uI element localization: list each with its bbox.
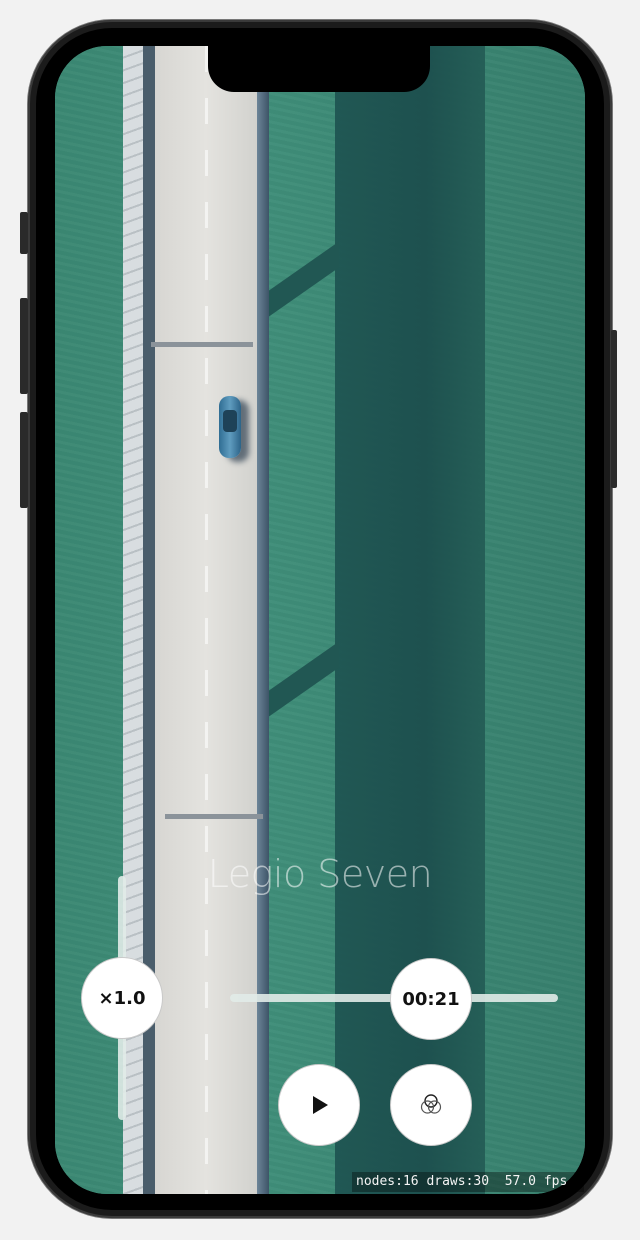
play-icon [313,1096,328,1114]
car [219,396,241,458]
bridge-edge-right [257,46,269,1194]
effects-button[interactable] [390,1064,472,1146]
debug-stats: nodes:16 draws:30 57.0 fps [352,1172,584,1192]
silent-switch [20,212,28,254]
lane-marking [205,46,208,1194]
timeline-scrubber-thumb[interactable]: 00:21 [390,958,472,1040]
bridge-crossbeam [151,342,253,347]
bridge-crossbeam [165,814,263,819]
volume-up-button [20,298,28,394]
power-button [611,330,617,488]
volume-down-button [20,412,28,508]
play-button[interactable] [278,1064,360,1146]
video-title: Legio Seven [207,852,433,896]
speed-slider-thumb[interactable]: ×1.0 [81,957,163,1039]
overlapping-circles-icon [420,1094,442,1114]
camera-notch [208,46,430,92]
